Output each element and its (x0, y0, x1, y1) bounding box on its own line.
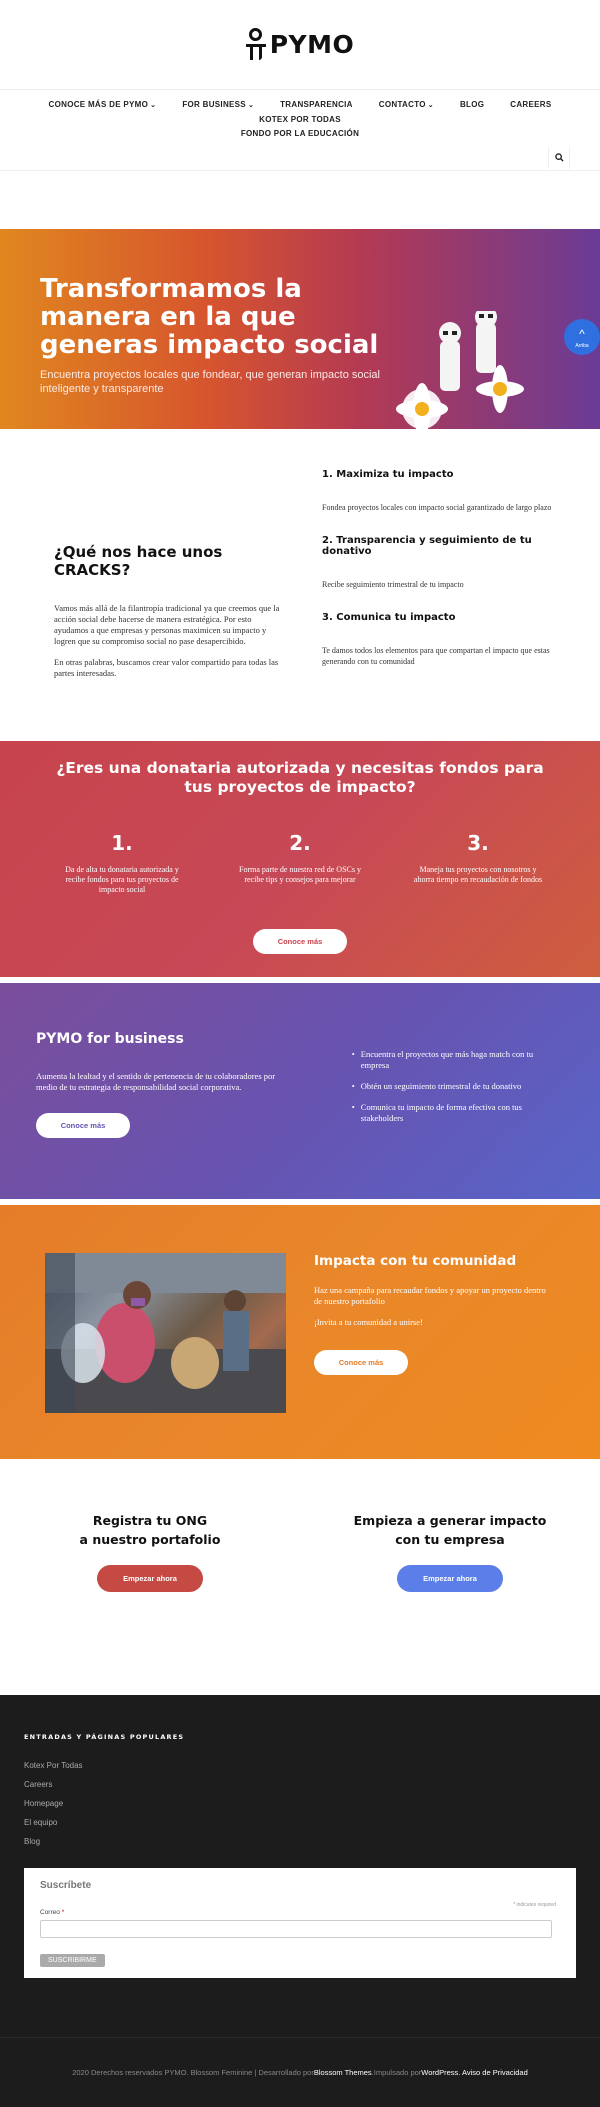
cta-empresa: Empieza a generar impacto con tu empresa … (300, 1511, 600, 1695)
cracks-paragraph-2: En otras palabras, buscamos crear valor … (54, 657, 279, 678)
search-bar (0, 145, 600, 171)
step-text: Forma parte de nuestra red de OSCs y rec… (239, 865, 361, 884)
nav-item-for-business[interactable]: FOR BUSINESS ⌄ (182, 98, 254, 113)
scroll-top-button[interactable]: ^ Arriba (564, 319, 600, 355)
step-text: Maneja tus proyectos con nosotros y ahor… (413, 865, 543, 884)
hero-subtitle: Encuentra proyectos locales que fondear,… (40, 369, 380, 395)
chevron-up-icon: ^ (579, 327, 585, 341)
footer-links: Kotex Por Todas Careers Homepage El equi… (24, 1761, 576, 1846)
logo-mark-icon (245, 27, 266, 62)
cracks-paragraph-1: Vamos más allá de la filantropía tradici… (54, 603, 280, 646)
wordpress-link[interactable]: WordPress (421, 2068, 458, 2077)
scroll-top-label: Arriba (575, 343, 589, 349)
nav-item-conoce[interactable]: CONOCE MÁS DE PYMO ⌄ (49, 98, 157, 113)
powered-text: .Impulsado por (371, 2068, 422, 2077)
nav-item-blog[interactable]: BLOG (460, 98, 484, 113)
nav-item-kotex[interactable]: KOTEX POR TODAS (259, 113, 341, 127)
email-field[interactable] (40, 1919, 552, 1938)
business-title: PYMO for business (36, 1031, 184, 1047)
donataria-conoce-mas-button[interactable]: Conoce más (253, 929, 347, 954)
business-conoce-mas-button[interactable]: Conoce más (36, 1113, 130, 1138)
nav-row-1: CONOCE MÁS DE PYMO ⌄ FOR BUSINESS ⌄ TRANSP… (10, 98, 590, 127)
blossom-themes-link[interactable]: Blossom Themes (314, 2068, 372, 2077)
step-item: 3. Maneja tus proyectos con nosotros y a… (413, 831, 543, 895)
business-text: Aumenta la lealtad y el sentido de perte… (36, 1071, 276, 1092)
step-number: 1. (111, 831, 133, 855)
logo-text: PYMO (269, 30, 355, 59)
feature-title: 1. Maximiza tu impacto (322, 469, 454, 480)
footer-heading: ENTRADAS Y PÁGINAS POPULARES (24, 1733, 185, 1741)
list-item: Obtén un seguimiento trimestral de tu do… (352, 1081, 560, 1092)
copyright-text: 2020 Derechos reservados PYMO. Blossom F… (72, 2068, 314, 2077)
donataria-title: ¿Eres una donataria autorizada y necesit… (56, 759, 544, 796)
feature-text: Fondea proyectos locales con impacto soc… (322, 503, 552, 512)
cta-section: Registra tu ONG a nuestro portafolio Empe… (0, 1459, 600, 1695)
search-icon (554, 153, 564, 162)
comunidad-content: Impacta con tu comunidad Haz una campaña… (314, 1253, 554, 1459)
search-button[interactable] (548, 146, 570, 169)
step-item: 1. Da de alta tu donataria autorizada y … (57, 831, 187, 895)
feature-item: 3. Comunica tu impacto Te damos todos lo… (322, 612, 560, 667)
cracks-section: ¿Qué nos hace unos CRACKS? Vamos más all… (0, 429, 600, 737)
comunidad-text: Haz una campaña para recaudar fondos y a… (314, 1285, 546, 1306)
cracks-features: 1. Maximiza tu impacto Fondea proyectos … (322, 469, 560, 737)
nav-item-fondo-educacion[interactable]: FONDO POR LA EDUCACIÓN (241, 127, 359, 141)
footer-link[interactable]: Homepage (24, 1799, 576, 1808)
list-item: Encuentra el proyectos que más haga matc… (352, 1049, 560, 1071)
chevron-down-icon: ⌄ (247, 102, 255, 109)
comunidad-section: Impacta con tu comunidad Haz una campaña… (0, 1205, 600, 1459)
chevron-down-icon: ⌄ (427, 102, 434, 109)
business-section: PYMO for business Aumenta la lealtad y e… (0, 983, 600, 1199)
feature-item: 1. Maximiza tu impacto Fondea proyectos … (322, 469, 560, 513)
privacy-link[interactable]: . Aviso de Privacidad (458, 2068, 528, 2077)
subscribe-button[interactable]: SUSCRIBIRME (40, 1953, 105, 1967)
step-number: 3. (467, 831, 489, 855)
site-header: PYMO (0, 0, 600, 90)
feature-title: 2. Transparencia y seguimiento de tu don… (322, 535, 532, 557)
step-number: 2. (289, 831, 311, 855)
nav-item-transparencia[interactable]: TRANSPARENCIA (280, 98, 353, 113)
footer-link[interactable]: El equipo (24, 1818, 576, 1827)
empresa-empezar-button[interactable]: Empezar ahora (397, 1565, 503, 1592)
nav-item-careers[interactable]: CAREERS (510, 98, 551, 113)
step-item: 2. Forma parte de nuestra red de OSCs y … (235, 831, 365, 895)
cracks-title: ¿Qué nos hace unos CRACKS? (54, 543, 223, 579)
cta-ong-title: Registra tu ONG a nuestro portafolio (79, 1513, 221, 1547)
footer-bottom-bar: 2020 Derechos reservados PYMO. Blossom F… (0, 2037, 600, 2107)
hero-banner: Transformamos la manera en la que genera… (0, 229, 600, 429)
comunidad-invite: ¡Invita a tu comunidad a unirse! (314, 1317, 423, 1327)
footer-link[interactable]: Careers (24, 1780, 576, 1789)
cta-empresa-title: Empieza a generar impacto con tu empresa (353, 1513, 547, 1547)
comunidad-conoce-mas-button[interactable]: Conoce más (314, 1350, 408, 1375)
subscribe-form: Suscríbete * indicates required Correo *… (24, 1868, 576, 1978)
step-text: Da de alta tu donataria autorizada y rec… (65, 865, 179, 894)
feature-text: Te damos todos los elementos para que co… (322, 646, 550, 666)
nav-row-2: FONDO POR LA EDUCACIÓN (10, 127, 590, 141)
email-label: Correo * (40, 1909, 65, 1916)
cracks-intro: ¿Qué nos hace unos CRACKS? Vamos más all… (54, 499, 282, 737)
donataria-steps: 1. Da de alta tu donataria autorizada y … (0, 831, 600, 895)
footer-link[interactable]: Kotex Por Todas (24, 1761, 576, 1770)
feature-item: 2. Transparencia y seguimiento de tu don… (322, 535, 560, 590)
footer: ENTRADAS Y PÁGINAS POPULARES Kotex Por T… (0, 1695, 600, 2037)
cta-ong: Registra tu ONG a nuestro portafolio Empe… (0, 1511, 300, 1695)
business-benefits-list: Encuentra el proyectos que más haga matc… (352, 1049, 560, 1199)
stormtrooper-daisies-image (396, 311, 524, 429)
list-item: Comunica tu impacto de forma efectiva co… (352, 1102, 560, 1124)
nav-item-contacto[interactable]: CONTACTO ⌄ (379, 98, 434, 113)
feature-text: Recibe seguimiento trimestral de tu impa… (322, 580, 464, 589)
ong-empezar-button[interactable]: Empezar ahora (97, 1565, 203, 1592)
comunidad-title: Impacta con tu comunidad (314, 1253, 517, 1269)
donataria-section: ¿Eres una donataria autorizada y necesit… (0, 741, 600, 977)
footer-link[interactable]: Blog (24, 1837, 576, 1846)
subscribe-title: Suscríbete (40, 1880, 92, 1891)
logo[interactable]: PYMO (245, 27, 355, 62)
chevron-down-icon: ⌄ (150, 102, 157, 109)
business-intro: PYMO for business Aumenta la lealtad y e… (36, 1031, 294, 1199)
feature-title: 3. Comunica tu impacto (322, 612, 456, 623)
community-donation-photo (45, 1253, 286, 1413)
required-note: * indicates required (513, 1902, 556, 1908)
main-nav: CONOCE MÁS DE PYMO ⌄ FOR BUSINESS ⌄ TRANSP… (0, 90, 600, 141)
hero-title: Transformamos la manera en la que genera… (40, 274, 379, 360)
